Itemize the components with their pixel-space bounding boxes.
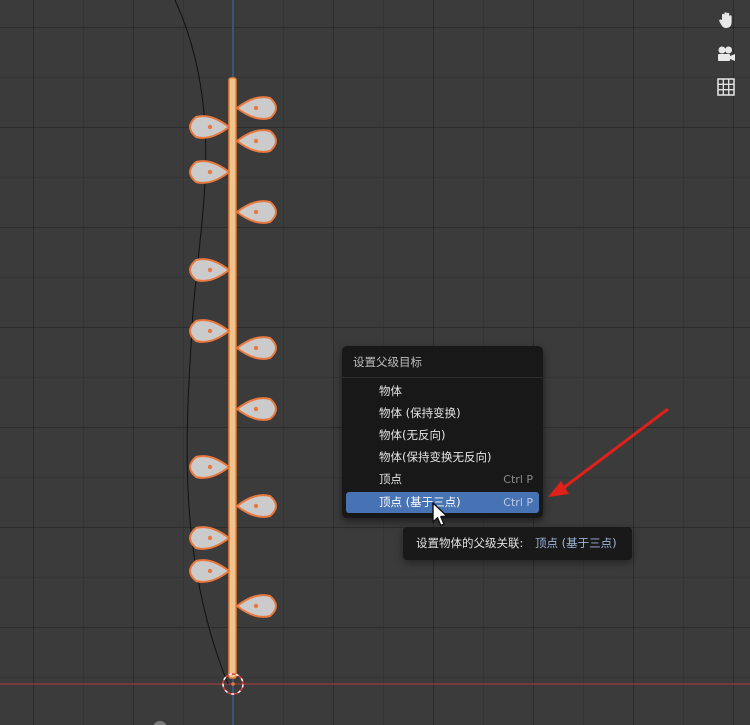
hand-icon: [719, 12, 732, 28]
annotation-arrow: [548, 407, 669, 497]
menu-item-shortcut: Ctrl P: [503, 473, 533, 486]
menu-item-object-keep-transform-no-inverse[interactable]: 物体(保持变换无反向): [346, 447, 539, 468]
menu-item-label: 物体: [379, 384, 402, 398]
camera-view-button[interactable]: [712, 40, 740, 68]
perspective-toggle-button[interactable]: [712, 73, 740, 101]
set-parent-menu: 设置父级目标 物体 物体 (保持变换) 物体(无反向) 物体(保持变换无反向) …: [342, 346, 543, 518]
menu-title: 设置父级目标: [353, 355, 422, 369]
grid-icon: [717, 78, 735, 96]
stem-object[interactable]: [228, 77, 237, 679]
menu-item-object-no-inverse[interactable]: 物体(无反向): [346, 425, 539, 446]
tooltip-text: 设置物体的父级关联:: [416, 536, 524, 550]
menu-divider: [342, 377, 543, 378]
menu-item-object[interactable]: 物体: [346, 381, 539, 402]
camera-icon: [718, 46, 735, 61]
menu-item-label: 物体(无反向): [379, 428, 446, 442]
menu-item-shortcut: Ctrl P: [503, 496, 533, 509]
menu-item-vertex[interactable]: 顶点 Ctrl P: [346, 469, 539, 490]
3d-viewport[interactable]: 设置父级目标 物体 物体 (保持变换) 物体(无反向) 物体(保持变换无反向) …: [0, 0, 750, 725]
pan-hand-button[interactable]: [712, 6, 740, 34]
tooltip-value: 顶点 (基于三点): [535, 536, 617, 550]
mouse-pointer-icon: [432, 502, 448, 527]
menu-item-label: 物体(保持变换无反向): [379, 450, 492, 464]
tooltip: 设置物体的父级关联: 顶点 (基于三点): [403, 527, 632, 560]
menu-item-object-keep-transform[interactable]: 物体 (保持变换): [346, 403, 539, 424]
partial-circle: [153, 721, 167, 725]
menu-item-label: 顶点: [379, 472, 402, 486]
menu-item-label: 物体 (保持变换): [379, 406, 461, 420]
